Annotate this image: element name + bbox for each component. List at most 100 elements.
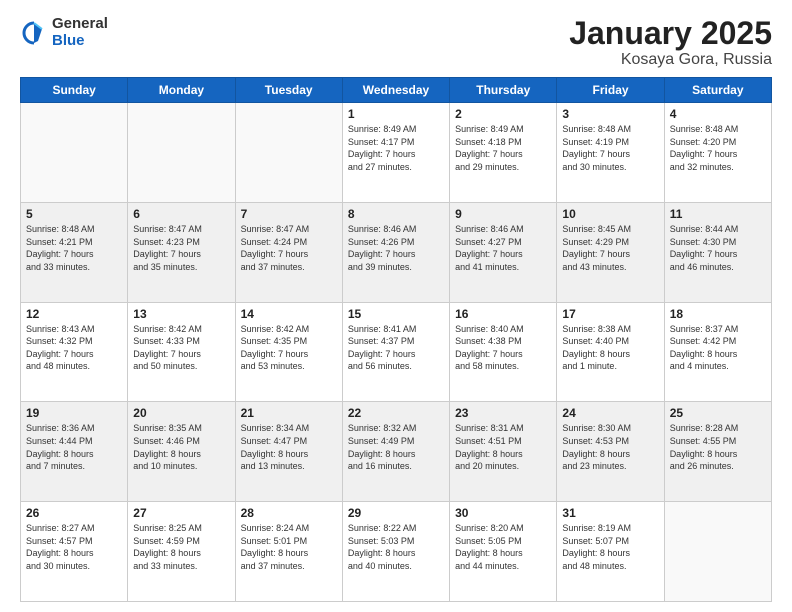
day-info: Sunrise: 8:44 AM Sunset: 4:30 PM Dayligh… — [670, 223, 766, 273]
calendar-cell: 13Sunrise: 8:42 AM Sunset: 4:33 PM Dayli… — [128, 302, 235, 402]
day-info: Sunrise: 8:38 AM Sunset: 4:40 PM Dayligh… — [562, 323, 658, 373]
day-number: 17 — [562, 307, 658, 321]
day-number: 14 — [241, 307, 337, 321]
calendar-cell: 11 Sunrise: 8:44 AM Sunset: 4:30 PM Dayli… — [664, 202, 771, 302]
month-title: January 2025 — [569, 16, 772, 51]
col-monday: Monday — [128, 78, 235, 103]
calendar-cell: 9 Sunrise: 8:46 AM Sunset: 4:27 PM Daylig… — [450, 202, 557, 302]
day-number: 21 — [241, 406, 337, 420]
day-info: Sunrise: 8:37 AM Sunset: 4:42 PM Dayligh… — [670, 323, 766, 373]
header: General Blue January 2025 Kosaya Gora, R… — [20, 16, 772, 69]
day-number: 20 — [133, 406, 229, 420]
day-info: Sunrise: 8:48 AM Sunset: 4:19 PM Dayligh… — [562, 123, 658, 173]
week-row-4: 19 Sunrise: 8:36 AM Sunset: 4:44 PM Dayli… — [21, 402, 772, 502]
day-number: 11 — [670, 207, 766, 221]
day-info: Sunrise: 8:32 AM Sunset: 4:49 PM Dayligh… — [348, 422, 444, 472]
calendar-cell: 15 Sunrise: 8:41 AM Sunset: 4:37 PM Dayli… — [342, 302, 449, 402]
calendar-cell: 29 Sunrise: 8:22 AM Sunset: 5:03 PM Dayli… — [342, 502, 449, 602]
calendar-cell: 30Sunrise: 8:20 AM Sunset: 5:05 PM Dayli… — [450, 502, 557, 602]
day-number: 18 — [670, 307, 766, 321]
day-number: 25 — [670, 406, 766, 420]
day-info: Sunrise: 8:40 AM Sunset: 4:38 PM Dayligh… — [455, 323, 551, 373]
day-number: 24 — [562, 406, 658, 420]
day-info: Sunrise: 8:27 AM Sunset: 4:57 PM Dayligh… — [26, 522, 122, 572]
day-number: 13 — [133, 307, 229, 321]
calendar-cell: 20 Sunrise: 8:35 AM Sunset: 4:46 PM Dayli… — [128, 402, 235, 502]
day-info: Sunrise: 8:35 AM Sunset: 4:46 PM Dayligh… — [133, 422, 229, 472]
col-sunday: Sunday — [21, 78, 128, 103]
day-number: 23 — [455, 406, 551, 420]
day-info: Sunrise: 8:49 AM Sunset: 4:17 PM Dayligh… — [348, 123, 444, 173]
calendar-cell: 10Sunrise: 8:45 AM Sunset: 4:29 PM Dayli… — [557, 202, 664, 302]
week-row-2: 5 Sunrise: 8:48 AM Sunset: 4:21 PM Daylig… — [21, 202, 772, 302]
title-block: January 2025 Kosaya Gora, Russia — [569, 16, 772, 69]
calendar-cell: 25 Sunrise: 8:28 AM Sunset: 4:55 PM Dayli… — [664, 402, 771, 502]
day-info: Sunrise: 8:48 AM Sunset: 4:20 PM Dayligh… — [670, 123, 766, 173]
day-info: Sunrise: 8:34 AM Sunset: 4:47 PM Dayligh… — [241, 422, 337, 472]
calendar-cell: 17 Sunrise: 8:38 AM Sunset: 4:40 PM Dayli… — [557, 302, 664, 402]
col-thursday: Thursday — [450, 78, 557, 103]
calendar-cell: 26 Sunrise: 8:27 AM Sunset: 4:57 PM Dayli… — [21, 502, 128, 602]
day-number: 29 — [348, 506, 444, 520]
day-number: 22 — [348, 406, 444, 420]
day-number: 7 — [241, 207, 337, 221]
calendar-cell: 12 Sunrise: 8:43 AM Sunset: 4:32 PM Dayli… — [21, 302, 128, 402]
day-info: Sunrise: 8:46 AM Sunset: 4:26 PM Dayligh… — [348, 223, 444, 273]
calendar-table: Sunday Monday Tuesday Wednesday Thursday… — [20, 77, 772, 602]
calendar-cell — [128, 103, 235, 203]
day-number: 19 — [26, 406, 122, 420]
day-number: 12 — [26, 307, 122, 321]
day-number: 4 — [670, 107, 766, 121]
logo-general: General — [52, 16, 108, 33]
calendar-cell — [664, 502, 771, 602]
day-info: Sunrise: 8:25 AM Sunset: 4:59 PM Dayligh… — [133, 522, 229, 572]
calendar-cell: 4 Sunrise: 8:48 AM Sunset: 4:20 PM Daylig… — [664, 103, 771, 203]
day-info: Sunrise: 8:36 AM Sunset: 4:44 PM Dayligh… — [26, 422, 122, 472]
week-row-5: 26 Sunrise: 8:27 AM Sunset: 4:57 PM Dayli… — [21, 502, 772, 602]
day-info: Sunrise: 8:30 AM Sunset: 4:53 PM Dayligh… — [562, 422, 658, 472]
day-info: Sunrise: 8:48 AM Sunset: 4:21 PM Dayligh… — [26, 223, 122, 273]
calendar-cell: 23 Sunrise: 8:31 AM Sunset: 4:51 PM Dayli… — [450, 402, 557, 502]
calendar-cell: 5 Sunrise: 8:48 AM Sunset: 4:21 PM Daylig… — [21, 202, 128, 302]
calendar-cell: 8Sunrise: 8:46 AM Sunset: 4:26 PM Daylig… — [342, 202, 449, 302]
calendar-cell: 19 Sunrise: 8:36 AM Sunset: 4:44 PM Dayli… — [21, 402, 128, 502]
day-info: Sunrise: 8:46 AM Sunset: 4:27 PM Dayligh… — [455, 223, 551, 273]
day-number: 26 — [26, 506, 122, 520]
calendar-cell: 31Sunrise: 8:19 AM Sunset: 5:07 PM Dayli… — [557, 502, 664, 602]
day-number: 15 — [348, 307, 444, 321]
calendar-cell: 24 Sunrise: 8:30 AM Sunset: 4:53 PM Dayli… — [557, 402, 664, 502]
day-info: Sunrise: 8:31 AM Sunset: 4:51 PM Dayligh… — [455, 422, 551, 472]
day-number: 28 — [241, 506, 337, 520]
calendar-cell: 14 Sunrise: 8:42 AM Sunset: 4:35 PM Dayli… — [235, 302, 342, 402]
calendar-cell: 6Sunrise: 8:47 AM Sunset: 4:23 PM Daylig… — [128, 202, 235, 302]
day-info: Sunrise: 8:49 AM Sunset: 4:18 PM Dayligh… — [455, 123, 551, 173]
page: General Blue January 2025 Kosaya Gora, R… — [0, 0, 792, 612]
col-tuesday: Tuesday — [235, 78, 342, 103]
calendar-cell — [235, 103, 342, 203]
day-number: 9 — [455, 207, 551, 221]
day-info: Sunrise: 8:22 AM Sunset: 5:03 PM Dayligh… — [348, 522, 444, 572]
col-saturday: Saturday — [664, 78, 771, 103]
day-info: Sunrise: 8:43 AM Sunset: 4:32 PM Dayligh… — [26, 323, 122, 373]
day-number: 1 — [348, 107, 444, 121]
day-number: 16 — [455, 307, 551, 321]
day-number: 5 — [26, 207, 122, 221]
calendar-cell: 16 Sunrise: 8:40 AM Sunset: 4:38 PM Dayli… — [450, 302, 557, 402]
day-info: Sunrise: 8:42 AM Sunset: 4:35 PM Dayligh… — [241, 323, 337, 373]
col-wednesday: Wednesday — [342, 78, 449, 103]
day-number: 10 — [562, 207, 658, 221]
day-info: Sunrise: 8:41 AM Sunset: 4:37 PM Dayligh… — [348, 323, 444, 373]
day-info: Sunrise: 8:28 AM Sunset: 4:55 PM Dayligh… — [670, 422, 766, 472]
day-number: 3 — [562, 107, 658, 121]
day-number: 27 — [133, 506, 229, 520]
day-info: Sunrise: 8:24 AM Sunset: 5:01 PM Dayligh… — [241, 522, 337, 572]
day-info: Sunrise: 8:47 AM Sunset: 4:23 PM Dayligh… — [133, 223, 229, 273]
logo: General Blue — [20, 16, 108, 49]
calendar-cell: 21 Sunrise: 8:34 AM Sunset: 4:47 PM Dayli… — [235, 402, 342, 502]
calendar-cell: 7 Sunrise: 8:47 AM Sunset: 4:24 PM Daylig… — [235, 202, 342, 302]
calendar-cell: 22 Sunrise: 8:32 AM Sunset: 4:49 PM Dayli… — [342, 402, 449, 502]
calendar-cell: 2Sunrise: 8:49 AM Sunset: 4:18 PM Daylig… — [450, 103, 557, 203]
logo-icon — [20, 19, 48, 47]
day-info: Sunrise: 8:20 AM Sunset: 5:05 PM Dayligh… — [455, 522, 551, 572]
day-info: Sunrise: 8:47 AM Sunset: 4:24 PM Dayligh… — [241, 223, 337, 273]
